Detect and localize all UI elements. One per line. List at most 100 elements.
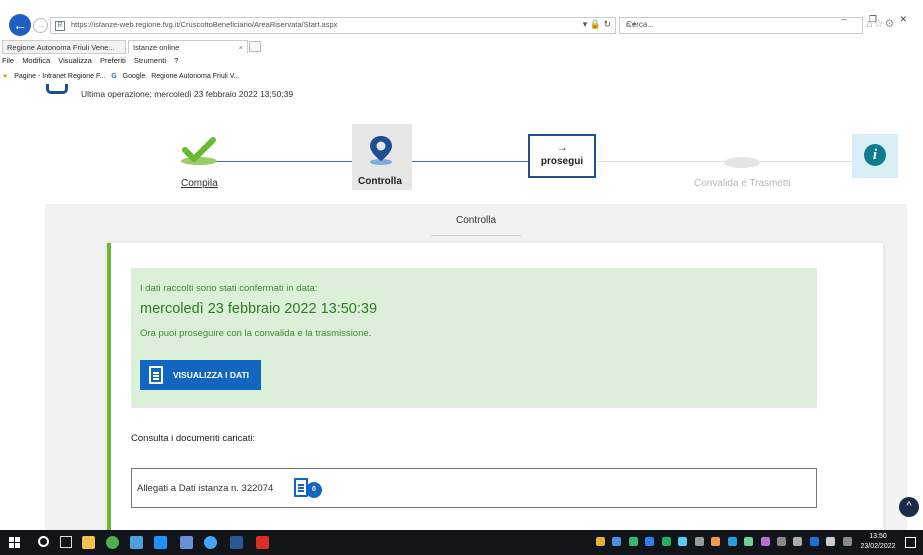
menu-bar: File Modifica Visualizza Preferiti Strum… <box>2 56 184 68</box>
teams-icon[interactable] <box>180 536 193 549</box>
chrome-icon[interactable] <box>106 536 119 549</box>
language-icon[interactable] <box>842 537 852 546</box>
favorite-regione[interactable]: Regione Autonoma Friuli V... <box>151 73 239 80</box>
menu-modifica[interactable]: Modifica <box>22 56 50 65</box>
system-tray <box>596 537 855 549</box>
address-row: ← → R https://istanze-web.regione.fvg.it… <box>0 14 923 38</box>
confirm-date: mercoledì 23 febbraio 2022 13:50:39 <box>140 301 378 317</box>
prosegui-button[interactable]: → prosegui <box>528 134 596 178</box>
tray-app-icon[interactable] <box>694 537 704 546</box>
menu-file[interactable]: File <box>2 56 14 65</box>
tray-app-icon[interactable] <box>744 537 754 546</box>
site-favicon-icon: R <box>55 21 65 31</box>
network-icon[interactable] <box>776 537 786 546</box>
menu-preferiti[interactable]: Preferiti <box>100 56 126 65</box>
notification-center-icon[interactable] <box>905 537 916 548</box>
visualizza-dati-button[interactable]: VISUALIZZA I DATI <box>140 360 261 390</box>
word-icon[interactable] <box>230 536 243 549</box>
next-step-text: Ora puoi proseguire con la convalida e l… <box>140 328 372 339</box>
browser-chrome: ← → R https://istanze-web.regione.fvg.it… <box>0 0 923 88</box>
step-connector <box>412 161 528 162</box>
address-url[interactable]: https://istanze-web.regione.fvg.it/Crusc… <box>71 20 337 29</box>
calendar-icon <box>46 84 68 94</box>
step-connector <box>760 161 852 162</box>
address-bar[interactable]: R https://istanze-web.regione.fvg.it/Cru… <box>50 17 616 34</box>
favorite-intranet[interactable]: Pagine - Intranet Regione F... <box>14 73 105 80</box>
volume-icon[interactable] <box>826 537 836 546</box>
step-convalida: Convalida e Trasmetti <box>694 178 791 189</box>
window-controls[interactable]: – ❐ ✕ <box>841 14 917 25</box>
task-view-icon[interactable] <box>60 536 72 548</box>
tab-close-icon[interactable]: × <box>239 41 243 54</box>
panel-title: Controlla <box>455 215 497 226</box>
tab-label: Istanze online <box>133 43 180 52</box>
acrobat-icon[interactable] <box>256 536 269 549</box>
favorite-google[interactable]: Google <box>123 73 146 80</box>
menu-help[interactable]: ? <box>174 56 178 65</box>
scroll-to-top-button[interactable]: ^ <box>899 497 919 517</box>
file-explorer-icon[interactable] <box>82 536 95 549</box>
internet-explorer-icon[interactable] <box>154 536 167 549</box>
info-icon: i <box>864 144 886 166</box>
step-controlla: Controlla <box>358 176 402 187</box>
forward-button[interactable]: → <box>33 18 48 33</box>
tray-app-icon[interactable] <box>760 537 770 546</box>
mail-icon[interactable] <box>596 537 605 546</box>
tab-strip: Regione Autonoma Friuli Vene... Istanze … <box>0 40 923 54</box>
outlook-icon[interactable] <box>130 536 143 549</box>
prosegui-label: prosegui <box>540 156 584 167</box>
tray-app-icon[interactable] <box>645 537 655 546</box>
controlla-panel: Controlla I dati raccolti sono stati con… <box>45 204 907 530</box>
menu-visualizza[interactable]: Visualizza <box>58 56 92 65</box>
back-button[interactable]: ← <box>9 14 31 36</box>
tab-regione[interactable]: Regione Autonoma Friuli Vene... <box>2 40 126 54</box>
lock-refresh-icons[interactable]: ▾ 🔒 ↻ <box>583 19 611 30</box>
check-icon <box>181 137 217 165</box>
step-convalida-marker <box>724 157 760 168</box>
tray-app-icon[interactable] <box>628 537 638 546</box>
taskbar-search-icon[interactable] <box>38 536 49 547</box>
new-tab-button[interactable] <box>249 41 261 52</box>
documents-button[interactable]: 0 <box>294 478 324 500</box>
tab-istanze-online[interactable]: Istanze online × <box>128 40 248 54</box>
title-underline <box>431 235 521 236</box>
tray-app-icon[interactable] <box>678 537 688 546</box>
arrow-right-icon: → <box>556 140 568 154</box>
page-content: Ultima operazione: mercoledì 23 febbraio… <box>0 84 923 530</box>
progress-stepper: Compila Controlla → prosegui Convalida e… <box>0 124 923 194</box>
step-connector <box>596 161 724 162</box>
search-icon[interactable]: ⌕ ▾ <box>626 20 858 30</box>
windows-taskbar: 13:50 23/02/2022 <box>0 530 923 555</box>
documents-heading: Consulta i documenti caricati: <box>131 433 256 444</box>
confirm-text: I dati raccolti sono stati confermati in… <box>140 283 318 294</box>
bluetooth-icon[interactable] <box>793 537 803 546</box>
map-pin-icon <box>370 136 392 165</box>
tray-app-icon[interactable] <box>661 537 671 546</box>
allegati-label: Allegati a Dati istanza n. 322074 <box>137 483 274 494</box>
step-compila[interactable]: Compila <box>181 178 218 189</box>
google-icon: G <box>111 73 117 80</box>
tray-app-icon[interactable] <box>612 537 622 546</box>
windows-start-icon[interactable] <box>9 537 20 548</box>
clock-time: 13:50 <box>869 533 887 540</box>
result-card: I dati raccolti sono stati confermati in… <box>107 243 883 530</box>
success-alert: I dati raccolti sono stati confermati in… <box>131 268 817 408</box>
info-button[interactable]: i <box>852 134 898 178</box>
visualizza-dati-label: VISUALIZZA I DATI <box>173 370 250 380</box>
allegati-row: Allegati a Dati istanza n. 322074 0 <box>131 468 817 508</box>
onedrive-icon[interactable] <box>809 537 819 546</box>
favorites-bar: ★ Pagine - Intranet Regione F... G Googl… <box>2 72 244 84</box>
taskbar-clock[interactable]: 13:50 23/02/2022 <box>858 532 898 552</box>
step-connector <box>212 161 352 162</box>
skype-icon[interactable] <box>204 536 217 549</box>
browser-search-input[interactable]: Cerca... ⌕ ▾ <box>619 17 863 34</box>
documents-count-badge: 0 <box>306 482 322 498</box>
tray-app-icon[interactable] <box>727 537 737 546</box>
tab-label: Regione Autonoma Friuli Vene... <box>7 43 115 52</box>
tray-app-icon[interactable] <box>711 537 721 546</box>
menu-strumenti[interactable]: Strumenti <box>134 56 166 65</box>
favorites-star-icon[interactable]: ★ <box>2 73 8 80</box>
document-icon <box>149 366 163 384</box>
last-operation-text: Ultima operazione: mercoledì 23 febbraio… <box>81 89 294 99</box>
clock-date: 23/02/2022 <box>860 543 896 550</box>
